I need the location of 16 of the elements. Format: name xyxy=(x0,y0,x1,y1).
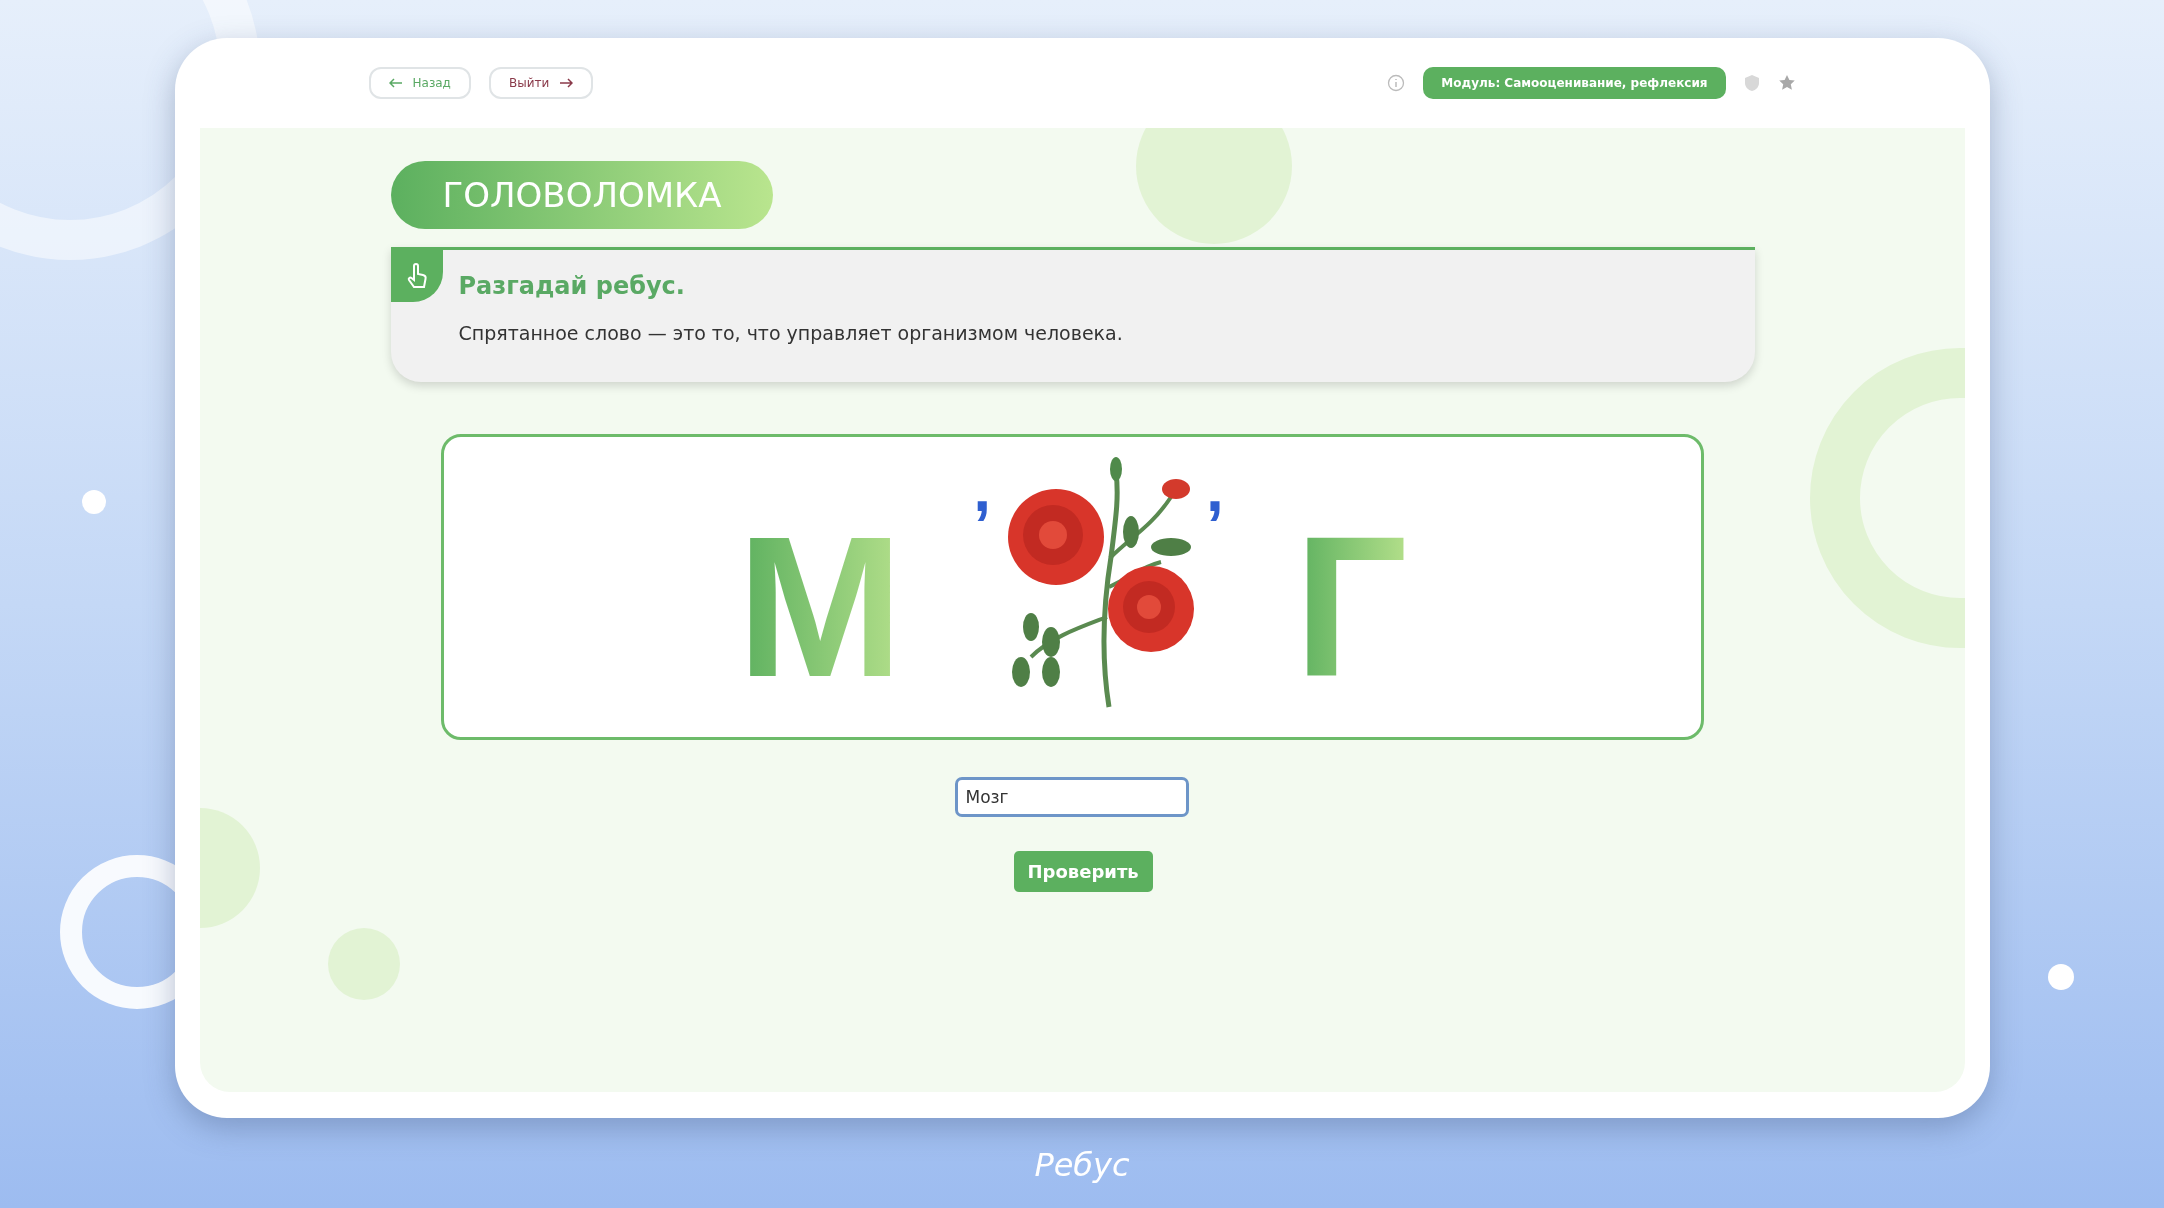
module-badge: Модуль: Самооценивание, рефлексия xyxy=(1423,67,1726,99)
shield-icon[interactable] xyxy=(1743,74,1760,92)
answer-field[interactable]: Мозг xyxy=(954,777,1189,817)
arrow-right-icon xyxy=(559,78,574,88)
video-caption: Ребус xyxy=(1034,1146,1130,1184)
task-text: Спрятанное слово — это то, что управляет организмом человека. xyxy=(458,322,1124,344)
rebus-comma: , xyxy=(973,457,992,521)
arrow-left-icon xyxy=(388,78,403,88)
rebus-comma: , xyxy=(1206,457,1224,521)
task-title: Разгадай ребус. xyxy=(458,272,686,300)
star-icon[interactable] xyxy=(1777,74,1796,92)
exit-button[interactable]: Выйти xyxy=(488,67,594,99)
decorative-dot xyxy=(82,490,106,514)
section-heading: ГОЛОВОЛОМКА xyxy=(390,161,774,229)
info-icon[interactable] xyxy=(1387,74,1406,92)
decorative-dot xyxy=(2048,964,2074,990)
